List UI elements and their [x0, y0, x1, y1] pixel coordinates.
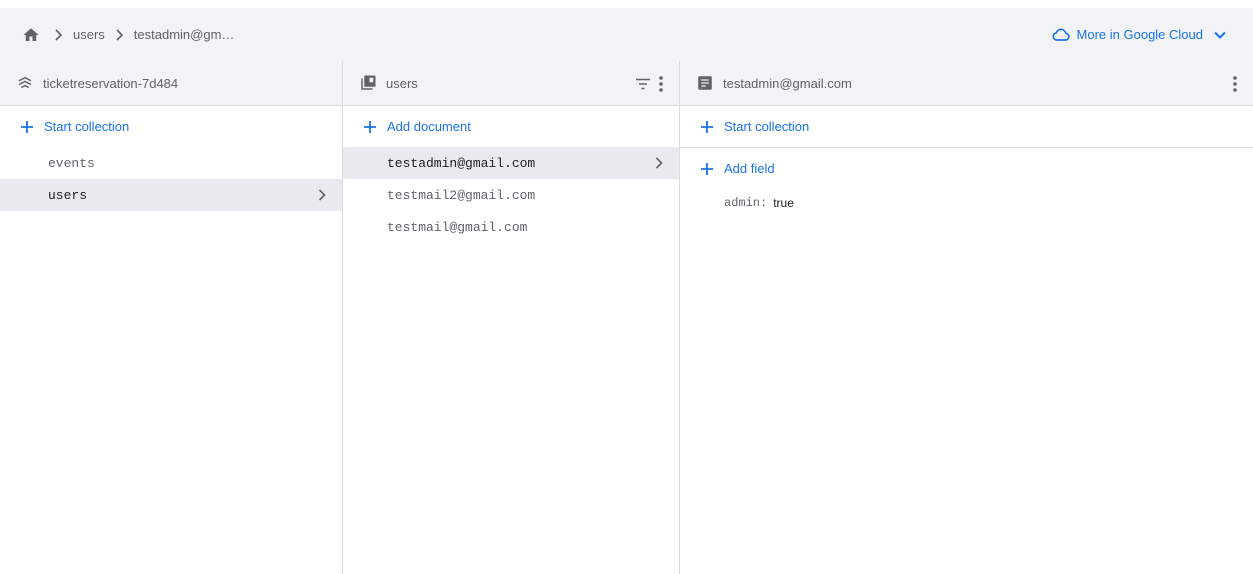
document-label: testadmin@gmail.com: [387, 155, 536, 171]
chevron-right-icon: [115, 28, 124, 41]
chevron-right-icon: [318, 189, 326, 201]
more-in-google-cloud-button[interactable]: More in Google Cloud: [1051, 8, 1227, 61]
chevron-right-icon: [655, 157, 663, 169]
add-field-button[interactable]: Add field: [680, 148, 1253, 189]
breadcrumb-item-users[interactable]: users: [73, 27, 105, 42]
chevron-right-icon: [54, 28, 63, 41]
start-subcollection-button[interactable]: Start collection: [680, 106, 1253, 147]
collection-icon: [359, 74, 377, 92]
chevron-down-icon: [1213, 28, 1227, 42]
document-actions: [1233, 61, 1237, 106]
more-vert-icon[interactable]: [1233, 75, 1237, 92]
project-panel-header: ticketreservation-7d484: [0, 61, 342, 106]
document-item[interactable]: testmail2@gmail.com: [343, 179, 679, 211]
field-row[interactable]: admin: true: [680, 189, 1253, 217]
collection-title: users: [386, 75, 418, 91]
start-collection-button[interactable]: Start collection: [0, 106, 342, 147]
home-icon[interactable]: [22, 26, 40, 44]
plus-icon: [700, 120, 714, 134]
document-panel: testadmin@gmail.com Start collection Add…: [679, 61, 1253, 574]
more-vert-icon[interactable]: [659, 75, 663, 92]
document-item[interactable]: testmail@gmail.com: [343, 211, 679, 243]
plus-icon: [363, 120, 377, 134]
start-collection-label: Start collection: [724, 119, 810, 134]
add-field-label: Add field: [724, 161, 775, 176]
field-key: admin:: [724, 196, 768, 210]
collection-item-users[interactable]: users: [0, 179, 342, 211]
collection-panel-header: users: [343, 61, 679, 106]
add-document-button[interactable]: Add document: [343, 106, 679, 147]
breadcrumb-bar: users testadmin@gm… More in Google Cloud: [0, 8, 1253, 61]
project-title: ticketreservation-7d484: [43, 75, 179, 91]
breadcrumb: users testadmin@gm…: [0, 26, 234, 44]
project-panel: ticketreservation-7d484 Start collection…: [0, 61, 342, 574]
collection-item-events[interactable]: events: [0, 147, 342, 179]
document-icon: [696, 74, 714, 92]
collection-panel: users Add document testadmin@gmail.com t…: [342, 61, 679, 574]
collection-label: users: [48, 187, 88, 203]
collection-label: events: [48, 155, 95, 171]
add-document-label: Add document: [387, 119, 471, 134]
cloud-icon: [1051, 25, 1071, 45]
document-title: testadmin@gmail.com: [723, 75, 852, 91]
plus-icon: [700, 162, 714, 176]
breadcrumb-item-document[interactable]: testadmin@gm…: [134, 27, 235, 42]
more-in-google-cloud-label: More in Google Cloud: [1076, 27, 1203, 42]
start-collection-label: Start collection: [44, 119, 130, 134]
document-item[interactable]: testadmin@gmail.com: [343, 147, 679, 179]
document-panel-header: testadmin@gmail.com: [680, 61, 1253, 106]
collection-actions: [635, 61, 663, 106]
plus-icon: [20, 120, 34, 134]
field-value: true: [773, 196, 794, 210]
document-label: testmail@gmail.com: [387, 219, 528, 235]
filter-icon[interactable]: [635, 78, 651, 90]
firestore-icon: [16, 74, 34, 92]
document-label: testmail2@gmail.com: [387, 187, 536, 203]
